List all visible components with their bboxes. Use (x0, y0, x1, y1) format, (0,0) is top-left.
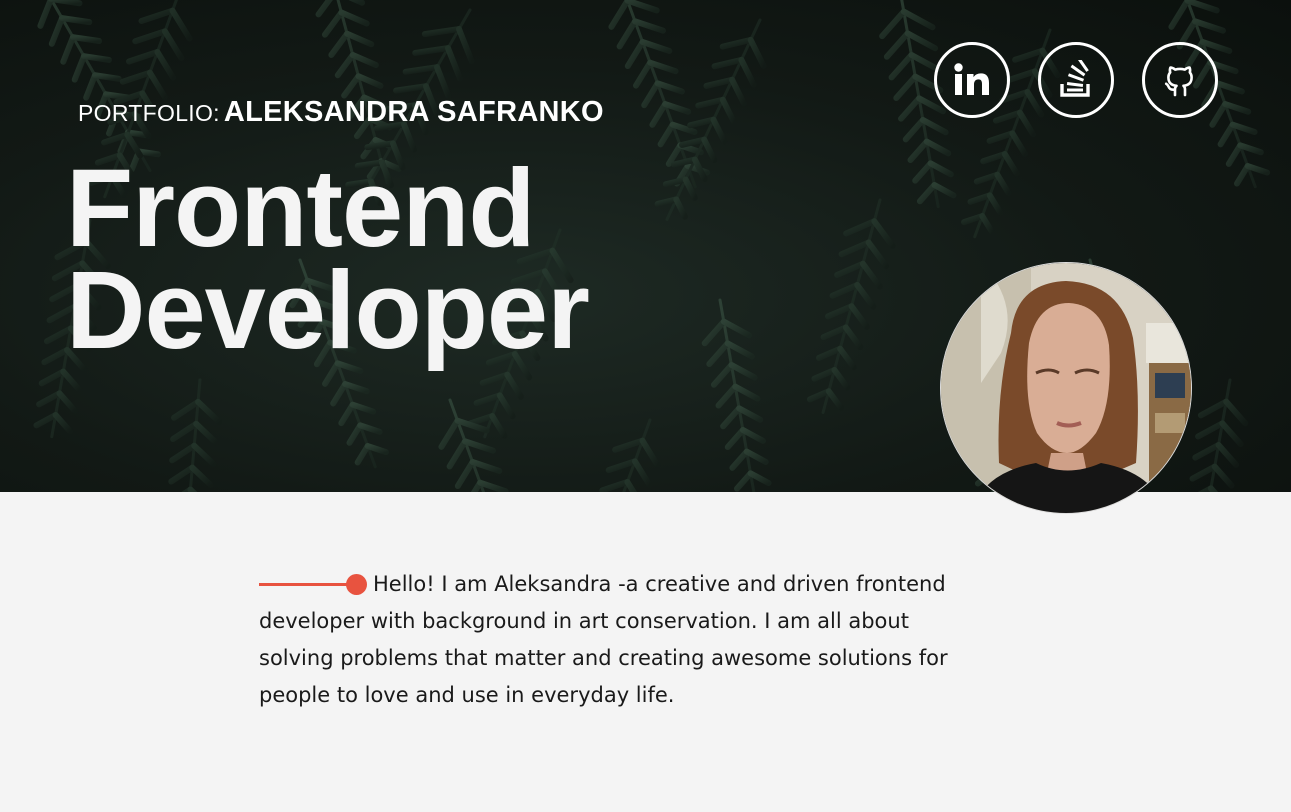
accent-line-decoration (259, 574, 367, 596)
palm-frond (37, 0, 161, 173)
accent-dot (346, 574, 367, 595)
palm-frond (599, 418, 661, 492)
linkedin-icon (954, 63, 989, 95)
profile-portrait-image (941, 263, 1191, 513)
palm-frond (701, 298, 772, 492)
stack-overflow-icon (1060, 60, 1090, 97)
portfolio-heading: PORTFOLIO: ALEKSANDRA SAFRANKO (78, 96, 604, 129)
portfolio-owner-name: ALEKSANDRA SAFRANKO (223, 96, 604, 128)
palm-frond (438, 398, 509, 492)
page-title-line-2: Developer (66, 249, 590, 372)
page-title: Frontend Developer (66, 147, 590, 372)
github-icon (1164, 66, 1193, 97)
palm-frond (654, 18, 767, 221)
portfolio-prefix: PORTFOLIO: (78, 100, 220, 126)
github-link[interactable] (1142, 42, 1218, 118)
palm-frond (806, 198, 896, 415)
profile-photo (940, 262, 1192, 514)
intro-paragraph: Hello! I am Aleksandra -a creative and d… (259, 566, 989, 714)
linkedin-link[interactable] (934, 42, 1010, 118)
stack-overflow-link[interactable] (1038, 42, 1114, 118)
page-title-line-1: Frontend (66, 147, 536, 270)
palm-frond (168, 378, 222, 492)
accent-bar (259, 583, 355, 586)
